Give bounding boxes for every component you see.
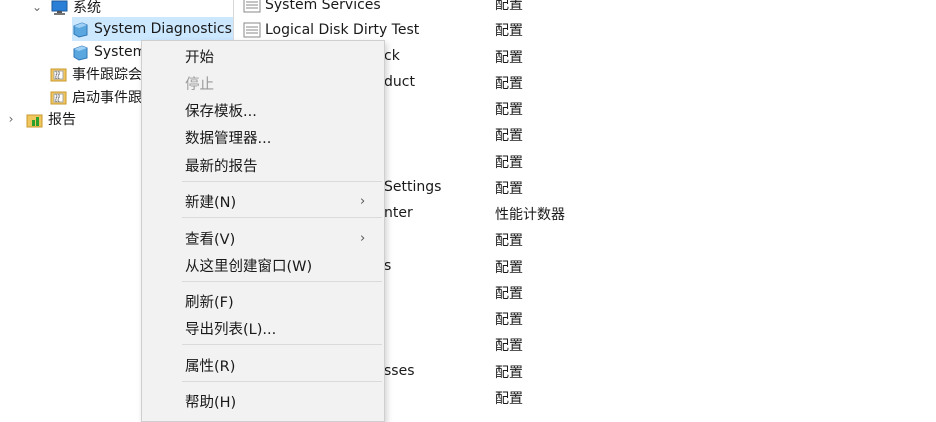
list-item-type: 配置: [495, 181, 523, 197]
binary-folder-icon: 10 01: [50, 91, 67, 104]
submenu-arrow-icon: ›: [360, 193, 366, 209]
tree-item-label: 报告: [48, 112, 76, 128]
list-item-type: 配置: [495, 76, 523, 92]
list-item-name: System Services: [265, 0, 381, 13]
tree-item-label: 系统: [73, 0, 101, 16]
tree-item-label: System Diagnostics: [94, 21, 232, 37]
list-item-name: sses: [384, 363, 415, 379]
collector-icon: [243, 0, 261, 13]
list-item[interactable]: duct: [384, 69, 415, 95]
list-item-name: s: [384, 258, 392, 274]
menu-item-stop: 停止: [185, 76, 214, 93]
list-item-name: ck: [384, 48, 400, 64]
list-item-type: 配置: [495, 365, 523, 381]
chevron-right-icon[interactable]: ›: [5, 112, 17, 126]
list-item[interactable]: System Services: [243, 0, 381, 18]
menu-separator: [182, 381, 382, 382]
list-item-type: 配置: [495, 312, 523, 328]
svg-text:01: 01: [55, 75, 61, 80]
list-item-type: 配置: [495, 260, 523, 276]
menu-item-properties[interactable]: 属性(R): [142, 352, 384, 378]
menu-separator: [182, 281, 382, 282]
submenu-arrow-icon: ›: [360, 230, 366, 246]
computer-icon: [51, 0, 68, 15]
list-item-type: 配置: [495, 233, 523, 249]
svg-text:01: 01: [55, 98, 61, 103]
list-item-type: 配置: [495, 102, 523, 118]
menu-item-new-window[interactable]: 从这里创建窗口(W): [142, 252, 384, 278]
menu-item-save-template[interactable]: 保存模板...: [142, 97, 384, 123]
list-item[interactable]: Settings: [384, 174, 441, 200]
list-item-type: 配置: [495, 155, 523, 171]
menu-separator: [182, 344, 382, 345]
list-item-type: 配置: [495, 23, 523, 39]
menu-item-start[interactable]: 开始: [142, 43, 384, 69]
menu-separator: [182, 181, 382, 182]
list-item[interactable]: ck: [384, 43, 400, 69]
list-item[interactable]: s: [384, 253, 391, 279]
menu-separator: [182, 217, 382, 218]
chevron-down-icon[interactable]: ⌄: [31, 0, 43, 14]
list-item-name: nter: [384, 205, 413, 221]
menu-item-refresh[interactable]: 刷新(F): [142, 288, 384, 314]
menu-item-help[interactable]: 帮助(H): [142, 388, 384, 414]
tree-item-system-diagnostics[interactable]: System Diagnostics: [72, 17, 233, 41]
menu-item-export-list[interactable]: 导出列表(L)...: [142, 315, 384, 341]
list-item-type: 配置: [495, 286, 523, 302]
menu-item-view[interactable]: 查看(V) ›: [142, 225, 384, 251]
list-item-name: duct: [384, 74, 415, 90]
reports-folder-icon: [26, 114, 43, 127]
list-item-type: 配置: [495, 0, 523, 13]
list-item-name: Settings: [384, 179, 442, 195]
binary-folder-icon: 10 01: [50, 68, 67, 81]
list-item-type: 配置: [495, 338, 523, 354]
data-collector-set-icon: [73, 44, 88, 61]
list-item[interactable]: nter: [384, 200, 413, 226]
menu-item-latest-report[interactable]: 最新的报告: [142, 152, 384, 178]
list-item-type: 配置: [495, 50, 523, 66]
list-item-type: 配置: [495, 391, 523, 407]
menu-item-new[interactable]: 新建(N) ›: [142, 188, 384, 214]
tree-item-reports[interactable]: 报告: [26, 107, 76, 131]
menu-item-data-manager[interactable]: 数据管理器...: [142, 124, 384, 150]
list-item-type: 配置: [495, 128, 523, 144]
collector-icon: [243, 22, 261, 38]
list-item[interactable]: sses: [384, 358, 415, 384]
list-item-type: 性能计数器: [495, 207, 565, 223]
context-menu: 开始 停止 保存模板... 数据管理器... 最新的报告 新建(N) › 查看(…: [141, 40, 385, 422]
data-collector-set-icon: [73, 21, 88, 38]
list-item-name: Logical Disk Dirty Test: [265, 22, 420, 38]
